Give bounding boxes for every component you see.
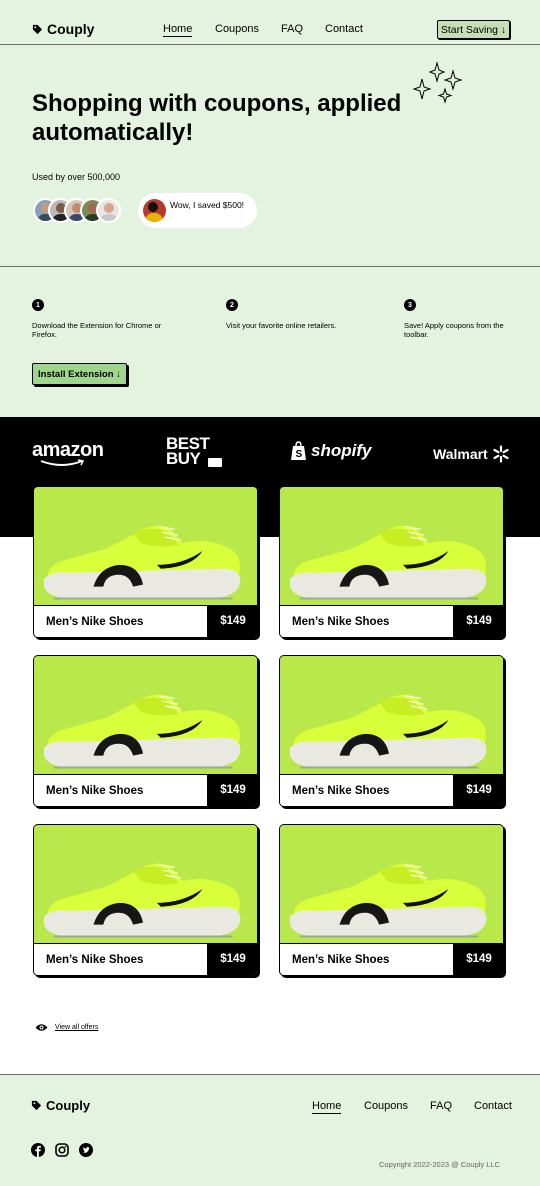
product-card[interactable]: Men’s Nike Shoes $149	[33, 824, 258, 976]
amazon-logo: amazon	[32, 439, 104, 466]
product-name: Men’s Nike Shoes	[280, 605, 453, 637]
sparkles-icon	[412, 61, 463, 104]
product-name: Men’s Nike Shoes	[280, 774, 453, 806]
site-header: Couply Home Coupons FAQ Contact Start Sa…	[0, 0, 540, 45]
product-card[interactable]: Men’s Nike Shoes $149	[279, 824, 504, 976]
install-extension-button[interactable]: Install Extension ↓	[32, 363, 127, 385]
site-footer: Couply Home Coupons FAQ Contact Copyrigh…	[0, 1074, 540, 1186]
svg-text:S: S	[296, 449, 303, 460]
footer-nav-contact[interactable]: Contact	[474, 1100, 512, 1112]
product-card[interactable]: Men’s Nike Shoes $149	[33, 486, 258, 638]
product-price: $149	[207, 943, 257, 975]
sneaker-image	[280, 487, 503, 605]
testimonial-text: Wow, I saved $500!	[170, 200, 245, 210]
testimonial-bubble: Wow, I saved $500!	[138, 193, 257, 228]
user-avatars	[33, 198, 133, 223]
sneaker-image	[34, 487, 257, 605]
shopify-logo: S shopify	[290, 441, 371, 461]
logo-text: Couply	[47, 21, 95, 37]
step-text: Visit your favorite online retailers.	[226, 321, 337, 330]
hero-title: Shopping with coupons, applied automatic…	[32, 90, 402, 146]
spark-icon	[493, 445, 509, 463]
used-by-text: Used by over 500,000	[32, 172, 121, 182]
step-text: Save! Apply coupons from the toolbar.	[404, 321, 504, 339]
nav-faq[interactable]: FAQ	[281, 23, 303, 35]
tag-icon	[31, 1100, 42, 1111]
sneaker-image	[34, 656, 257, 774]
copyright-text: Copyright 2022-2023 @ Couply LLC	[379, 1160, 501, 1169]
instagram-icon[interactable]	[55, 1143, 69, 1157]
walmart-logo: Walmart	[433, 445, 510, 463]
view-all-offers-link[interactable]: View all offers	[35, 1023, 98, 1032]
product-price: $149	[207, 774, 257, 806]
steps-section: 1 Download the Extension for Chrome or F…	[0, 267, 540, 417]
nav-contact[interactable]: Contact	[325, 23, 363, 35]
footer-nav-home[interactable]: Home	[312, 1100, 342, 1114]
product-name: Men’s Nike Shoes	[34, 605, 207, 637]
avatar	[96, 198, 121, 223]
product-name: Men’s Nike Shoes	[34, 774, 207, 806]
social-links	[31, 1143, 93, 1157]
avatar	[143, 199, 166, 222]
bestbuy-logo: BEST BUY	[166, 435, 224, 467]
sneaker-image	[280, 825, 503, 943]
step-number: 1	[32, 299, 44, 311]
product-price: $149	[207, 605, 257, 637]
product-price: $149	[453, 774, 503, 806]
step-number: 2	[226, 299, 238, 311]
footer-nav-coupons[interactable]: Coupons	[364, 1100, 408, 1112]
product-card[interactable]: Men’s Nike Shoes $149	[279, 486, 504, 638]
view-all-label: View all offers	[55, 1024, 99, 1031]
nav-home[interactable]: Home	[163, 23, 193, 37]
product-price: $149	[453, 605, 503, 637]
product-name: Men’s Nike Shoes	[34, 943, 207, 975]
shopping-bag-icon: S	[291, 441, 306, 460]
product-name: Men’s Nike Shoes	[280, 943, 453, 975]
footer-logo-text: Couply	[46, 1098, 91, 1113]
footer-nav-faq[interactable]: FAQ	[430, 1100, 452, 1112]
product-price: $149	[453, 943, 503, 975]
hero-section: Shopping with coupons, applied automatic…	[0, 45, 540, 267]
footer-logo[interactable]: Couply	[31, 1098, 90, 1113]
step-number: 3	[404, 299, 416, 311]
twitter-icon[interactable]	[79, 1143, 93, 1157]
sneaker-image	[34, 825, 257, 943]
product-card[interactable]: Men’s Nike Shoes $149	[279, 655, 504, 807]
sneaker-image	[280, 656, 503, 774]
nav-coupons[interactable]: Coupons	[215, 23, 259, 35]
product-card[interactable]: Men’s Nike Shoes $149	[33, 655, 258, 807]
eye-icon	[35, 1024, 48, 1031]
start-saving-button[interactable]: Start Saving ↓	[437, 20, 510, 39]
facebook-icon[interactable]	[31, 1143, 45, 1157]
tag-icon	[32, 24, 43, 34]
logo[interactable]: Couply	[32, 21, 94, 37]
step-text: Download the Extension for Chrome or Fir…	[32, 321, 162, 339]
